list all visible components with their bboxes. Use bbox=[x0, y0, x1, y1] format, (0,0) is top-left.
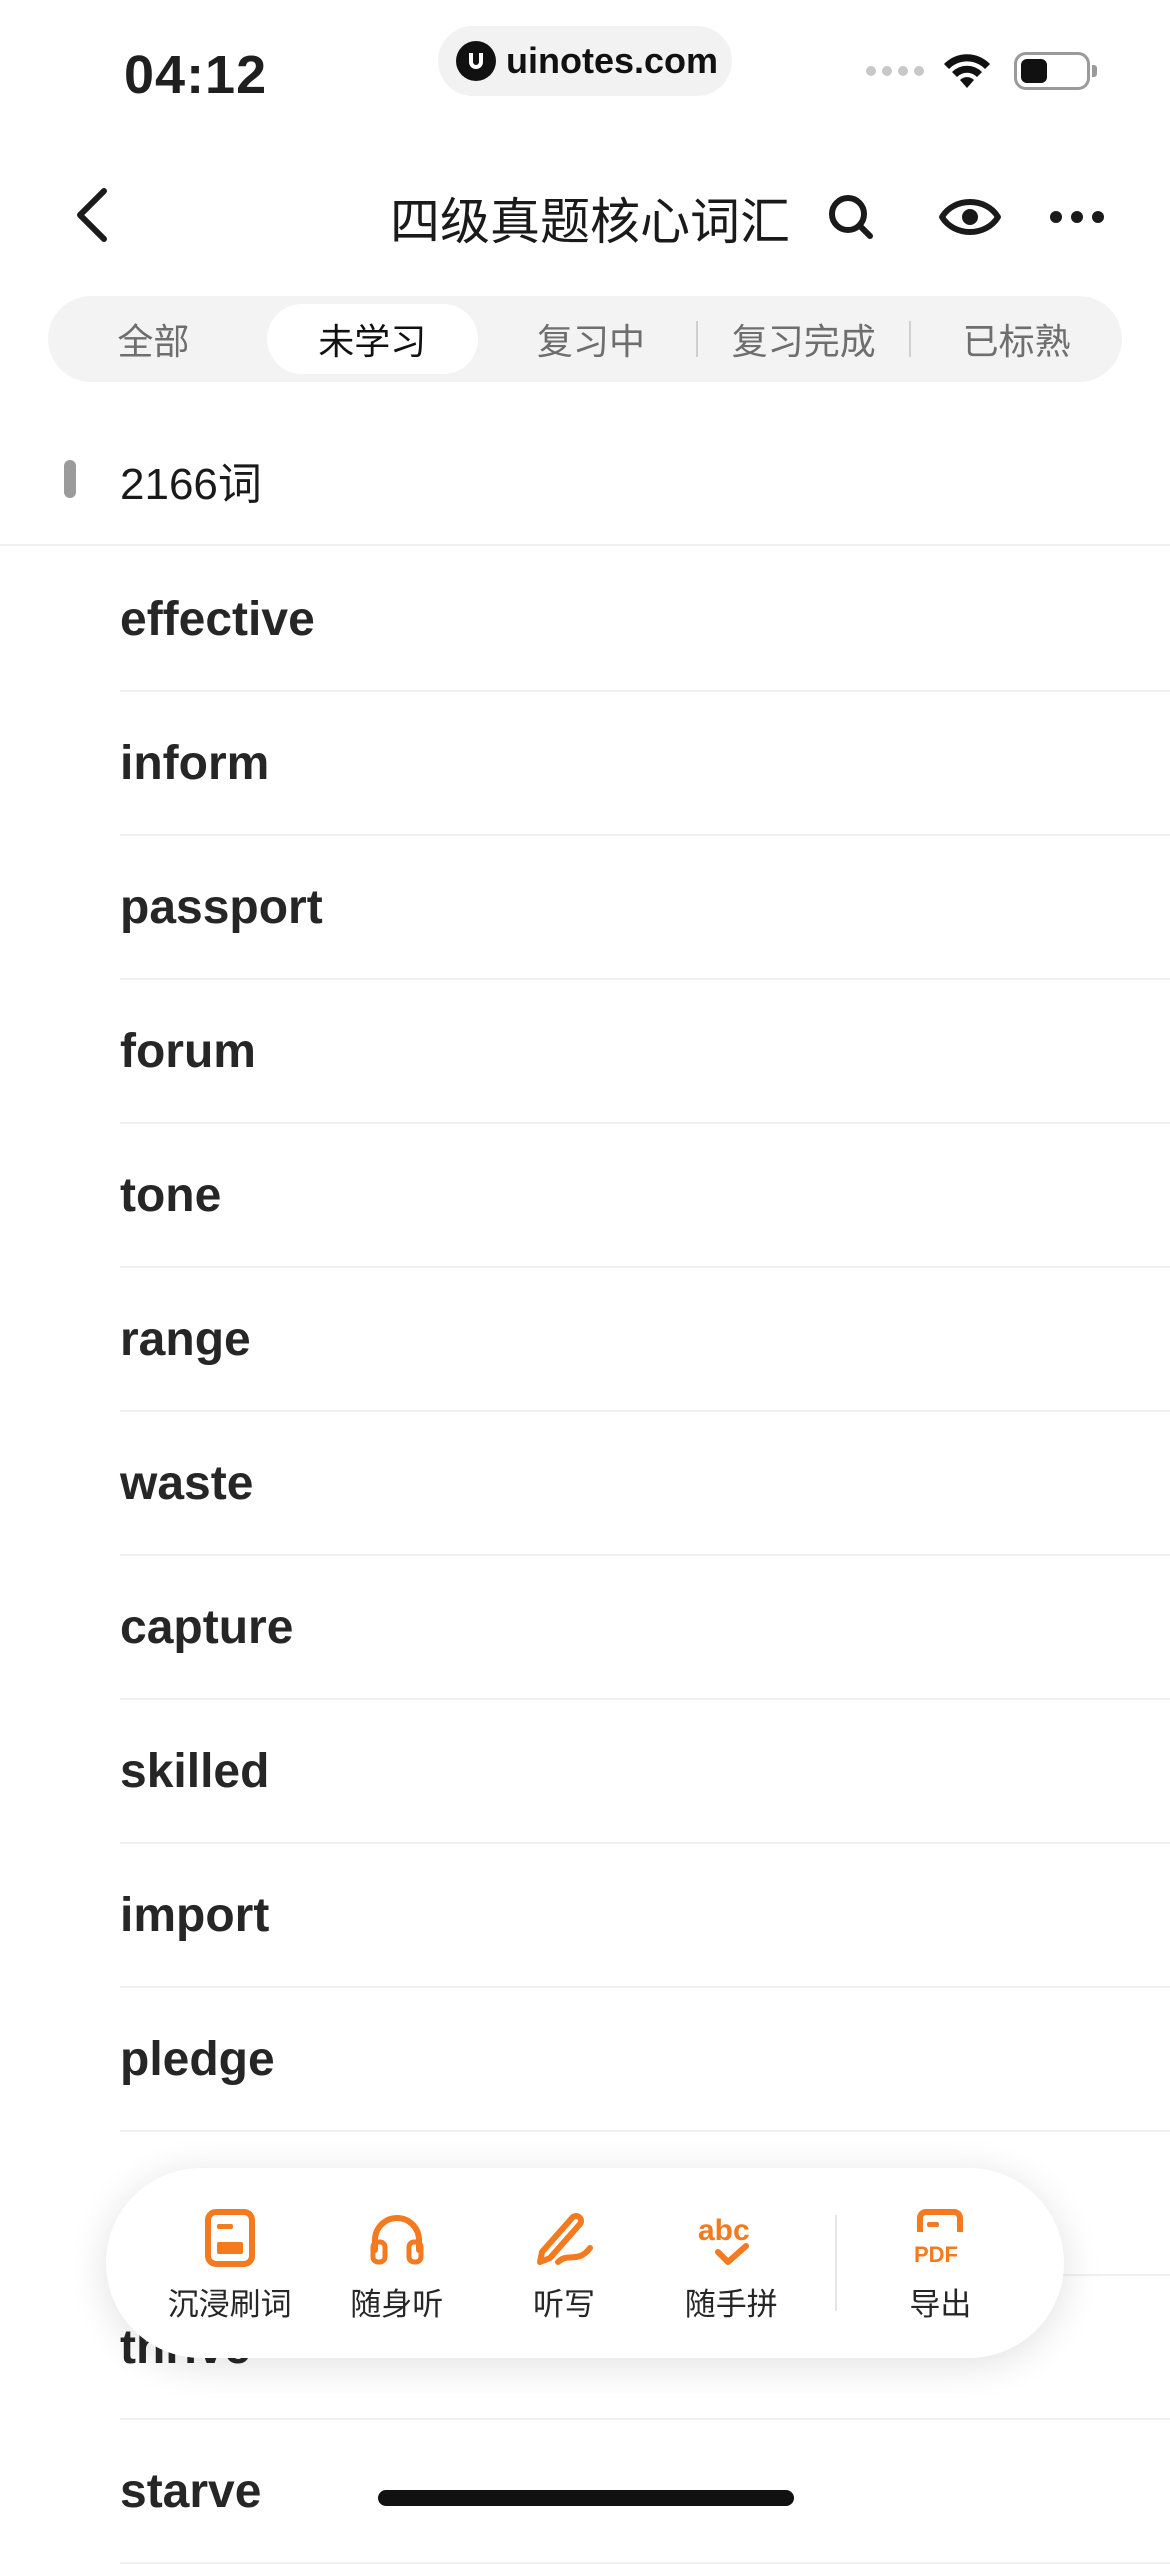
action-divider bbox=[834, 2215, 837, 2311]
word-text: inform bbox=[120, 736, 270, 790]
spell-button[interactable]: abc 随手拼 bbox=[648, 2203, 815, 2324]
url-text: uinotes.com bbox=[506, 40, 719, 81]
more-button[interactable] bbox=[1042, 182, 1112, 252]
word-text: starve bbox=[120, 2464, 262, 2518]
word-text: forum bbox=[120, 1024, 256, 1078]
svg-text:abc: abc bbox=[698, 2214, 750, 2247]
list-item[interactable]: tone bbox=[120, 1124, 1170, 1268]
list-item[interactable]: inform bbox=[120, 692, 1170, 836]
listen-button[interactable]: 随身听 bbox=[313, 2203, 480, 2324]
word-text: effective bbox=[120, 592, 315, 646]
word-text: skilled bbox=[120, 1744, 270, 1798]
filter-tabs: 全部 未学习 复习中 复习完成 已标熟 bbox=[48, 296, 1122, 382]
action-label: 导出 bbox=[909, 2286, 972, 2323]
home-indicator bbox=[378, 2490, 794, 2506]
url-pill[interactable]: uinotes.com bbox=[438, 26, 732, 96]
list-item[interactable]: passport bbox=[120, 836, 1170, 980]
headphones-icon bbox=[362, 2203, 432, 2273]
tab-all[interactable]: 全部 bbox=[48, 304, 259, 374]
word-count: 2166词 bbox=[120, 460, 262, 509]
list-item[interactable]: waste bbox=[120, 1412, 1170, 1556]
action-label: 随身听 bbox=[350, 2286, 444, 2323]
status-bar: 04:12 uinotes.com bbox=[0, 0, 1170, 140]
export-pdf-button[interactable]: PDF 导出 bbox=[857, 2203, 1024, 2324]
list-item[interactable]: import bbox=[120, 1844, 1170, 1988]
tab-marked-known[interactable]: 已标熟 bbox=[911, 304, 1122, 374]
action-label: 随手拼 bbox=[684, 2286, 778, 2323]
word-text: waste bbox=[120, 1456, 254, 1510]
list-item[interactable]: range bbox=[120, 1268, 1170, 1412]
signal-icon bbox=[866, 66, 924, 76]
document-icon bbox=[195, 2203, 265, 2273]
pdf-export-icon: PDF bbox=[905, 2203, 975, 2273]
abc-spell-icon: abc bbox=[696, 2203, 766, 2273]
tab-reviewing[interactable]: 复习中 bbox=[486, 304, 697, 374]
search-button[interactable] bbox=[816, 182, 886, 252]
status-icons bbox=[866, 52, 1097, 90]
list-item[interactable]: forum bbox=[120, 980, 1170, 1124]
list-item[interactable]: skilled bbox=[120, 1700, 1170, 1844]
action-label: 沉浸刷词 bbox=[167, 2286, 292, 2323]
word-text: import bbox=[120, 1888, 270, 1942]
chevron-left-icon bbox=[77, 188, 107, 242]
page-title: 四级真题核心词汇 bbox=[390, 193, 790, 251]
word-text: passport bbox=[120, 880, 323, 934]
dictation-button[interactable]: 听写 bbox=[480, 2203, 647, 2324]
list-item[interactable]: effective bbox=[120, 548, 1170, 692]
more-dots-icon bbox=[1050, 211, 1104, 223]
search-icon bbox=[829, 195, 873, 239]
word-count-header: 2166词 bbox=[0, 420, 1170, 546]
action-label: 听写 bbox=[533, 2286, 595, 2323]
svg-text:PDF: PDF bbox=[914, 2242, 958, 2267]
site-logo-icon bbox=[456, 41, 496, 81]
word-text: tone bbox=[120, 1168, 222, 1222]
list-item[interactable]: pledge bbox=[120, 1988, 1170, 2132]
word-text: pledge bbox=[120, 2032, 275, 2086]
eye-toggle-button[interactable] bbox=[928, 182, 1012, 252]
pen-write-icon bbox=[529, 2203, 599, 2273]
back-button[interactable] bbox=[62, 180, 122, 250]
immersive-review-button[interactable]: 沉浸刷词 bbox=[146, 2203, 313, 2324]
battery-icon bbox=[1014, 52, 1097, 90]
wifi-icon bbox=[944, 54, 990, 88]
eye-icon bbox=[939, 199, 1001, 235]
tab-not-learned[interactable]: 未学习 bbox=[266, 304, 478, 374]
status-time: 04:12 bbox=[124, 45, 268, 105]
word-text: capture bbox=[120, 1600, 294, 1654]
section-marker bbox=[64, 460, 76, 498]
list-item[interactable]: capture bbox=[120, 1556, 1170, 1700]
nav-bar: 四级真题核心词汇 bbox=[0, 160, 1170, 270]
word-text: range bbox=[120, 1312, 251, 1366]
tab-review-done[interactable]: 复习完成 bbox=[698, 304, 909, 374]
floating-action-bar: 沉浸刷词 随身听 听写 abc 随手拼 PDF 导出 bbox=[106, 2168, 1064, 2358]
